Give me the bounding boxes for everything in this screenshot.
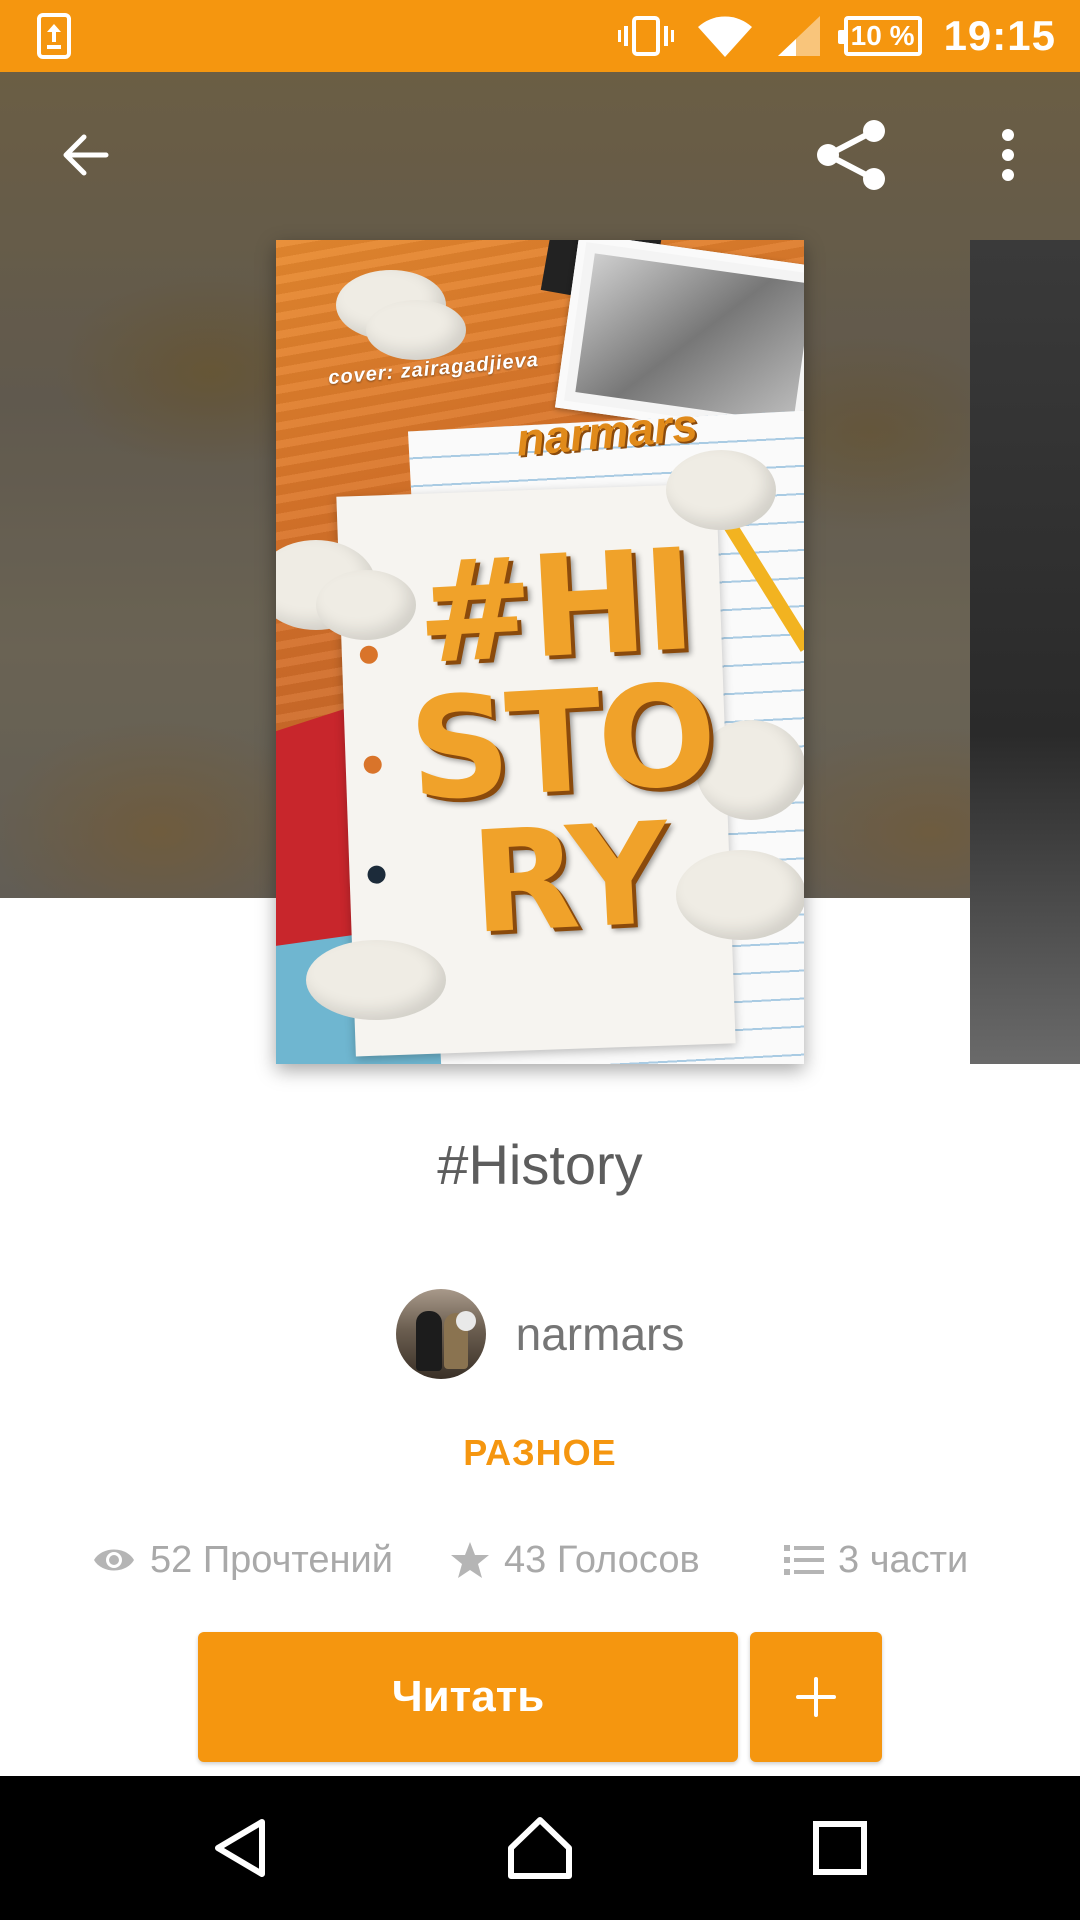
- back-button[interactable]: [44, 115, 124, 195]
- read-button-label: Читать: [391, 1672, 545, 1721]
- nav-home-button[interactable]: [490, 1798, 590, 1898]
- nav-back-button[interactable]: [190, 1798, 290, 1898]
- reads-stat: 52 Прочтений: [92, 1530, 393, 1590]
- navigation-bar: [0, 1776, 1080, 1920]
- more-vert-icon: [1002, 129, 1014, 181]
- parts-stat: 3 части: [784, 1530, 968, 1590]
- cover-title: #HI STO RY: [386, 519, 737, 966]
- stats-row: 52 Прочтений 43 Голосов 3 части: [0, 1530, 1080, 1590]
- book-cover[interactable]: cover: zairagadjieva narmars #HI STO RY: [276, 240, 804, 1064]
- author-name[interactable]: narmars: [516, 1307, 685, 1361]
- status-bar: 10 % 19:15: [0, 0, 1080, 72]
- more-options-button[interactable]: [968, 115, 1048, 195]
- battery-indicator: 10 %: [837, 16, 922, 56]
- eye-icon: [94, 1549, 134, 1571]
- category-link[interactable]: РАЗНОЕ: [0, 1432, 1080, 1474]
- vibrate-icon: [617, 16, 674, 56]
- nav-home-icon: [508, 1817, 572, 1879]
- avatar[interactable]: [395, 1289, 486, 1379]
- list-icon: [784, 1545, 824, 1575]
- arrow-left-icon: [63, 134, 109, 176]
- reads-count: 52 Прочтений: [150, 1538, 393, 1581]
- signal-icon: [777, 16, 820, 56]
- book-title: #History: [437, 1133, 643, 1196]
- share-button[interactable]: [812, 115, 892, 195]
- author-row[interactable]: narmars: [0, 1288, 1080, 1380]
- votes-stat: 43 Голосов: [450, 1530, 700, 1590]
- votes-count: 43 Голосов: [504, 1538, 700, 1581]
- next-book-cover[interactable]: [970, 240, 1080, 1064]
- add-to-library-button[interactable]: +: [750, 1632, 882, 1762]
- read-button[interactable]: Читать: [198, 1632, 738, 1762]
- wifi-icon: [697, 16, 752, 57]
- nav-recents-icon: [813, 1821, 867, 1875]
- plus-icon: [796, 1677, 836, 1717]
- share-icon: [817, 120, 885, 190]
- star-icon: [451, 1542, 489, 1578]
- parts-count: 3 части: [838, 1538, 969, 1581]
- clock: 19:15: [943, 12, 1056, 59]
- nav-back-icon: [215, 1819, 265, 1877]
- nav-recents-button[interactable]: [790, 1798, 890, 1898]
- upload-notification-icon: [37, 13, 71, 59]
- battery-level: 10 %: [850, 20, 915, 51]
